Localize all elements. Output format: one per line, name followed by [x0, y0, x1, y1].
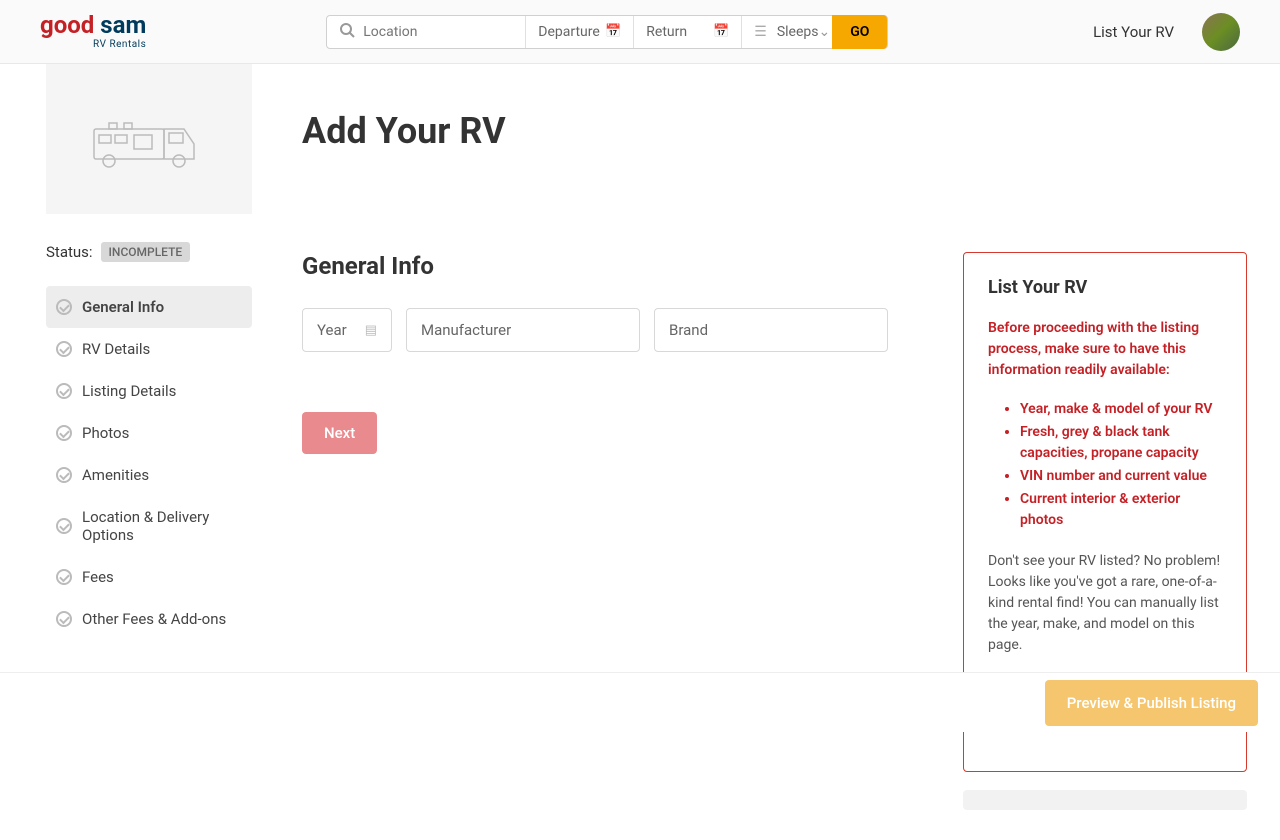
departure-label: Departure	[538, 24, 600, 40]
status-label: Status:	[46, 243, 93, 261]
nav-label: Fees	[82, 568, 114, 586]
info-list-item: VIN number and current value	[1020, 466, 1222, 487]
calendar-icon: 📅	[605, 24, 621, 39]
form-row: Year ▤ Manufacturer Brand	[302, 308, 888, 352]
location-segment[interactable]	[327, 16, 526, 48]
info-box-intro: Before proceeding with the listing proce…	[988, 318, 1222, 381]
search-icon	[339, 22, 355, 42]
logo-good: good	[40, 11, 94, 39]
info-list-item: Current interior & exterior photos	[1020, 489, 1222, 531]
status-row: Status: INCOMPLETE	[46, 242, 252, 262]
check-circle-icon	[56, 518, 72, 534]
nav-label: RV Details	[82, 340, 150, 358]
nav-location-delivery[interactable]: Location & Delivery Options	[46, 496, 252, 556]
go-button[interactable]: GO	[832, 15, 887, 49]
rv-preview-image	[46, 64, 252, 214]
info-list-item: Year, make & model of your RV	[1020, 399, 1222, 420]
rv-illustration-icon	[89, 109, 209, 169]
check-circle-icon	[56, 611, 72, 627]
page-title: Add Your RV	[302, 110, 1247, 152]
header: good sam RV Rentals Departure 📅 Return 📅…	[0, 0, 1280, 64]
section-title: General Info	[302, 252, 888, 280]
logo-sam: sam	[94, 11, 146, 39]
check-circle-icon	[56, 569, 72, 585]
check-circle-icon	[56, 383, 72, 399]
nav-amenities[interactable]: Amenities	[46, 454, 252, 496]
logo[interactable]: good sam RV Rentals	[40, 13, 146, 50]
preview-publish-button[interactable]: Preview & Publish Listing	[1045, 680, 1258, 726]
info-para-1: Don't see your RV listed? No problem! Lo…	[988, 551, 1222, 656]
check-circle-icon	[56, 425, 72, 441]
footer: Preview & Publish Listing	[0, 672, 1280, 732]
sleeps-segment[interactable]: ☰ Sleeps ⌄	[742, 16, 832, 48]
manufacturer-placeholder: Manufacturer	[421, 321, 511, 339]
brand-placeholder: Brand	[669, 321, 708, 339]
nav-other-fees[interactable]: Other Fees & Add-ons	[46, 598, 252, 640]
nav-list: General Info RV Details Listing Details …	[46, 286, 252, 640]
info-list: Year, make & model of your RV Fresh, gre…	[988, 399, 1222, 531]
nav-rv-details[interactable]: RV Details	[46, 328, 252, 370]
check-circle-icon	[56, 299, 72, 315]
secondary-box	[963, 790, 1247, 810]
nav-label: Other Fees & Add-ons	[82, 610, 226, 628]
chevron-down-icon: ⌄	[818, 24, 830, 40]
list-icon: ▤	[365, 323, 377, 338]
check-circle-icon	[56, 467, 72, 483]
nav-fees[interactable]: Fees	[46, 556, 252, 598]
logo-subtitle: RV Rentals	[40, 39, 146, 50]
list-rv-link[interactable]: List Your RV	[1093, 23, 1174, 41]
calendar-icon: 📅	[713, 24, 729, 39]
avatar[interactable]	[1202, 13, 1240, 51]
nav-label: Amenities	[82, 466, 149, 484]
location-input[interactable]	[363, 24, 513, 40]
info-list-item: Fresh, grey & black tank capacities, pro…	[1020, 422, 1222, 464]
check-circle-icon	[56, 341, 72, 357]
brand-field[interactable]: Brand	[654, 308, 888, 352]
nav-general-info[interactable]: General Info	[46, 286, 252, 328]
nav-listing-details[interactable]: Listing Details	[46, 370, 252, 412]
return-segment[interactable]: Return 📅	[634, 16, 742, 48]
nav-label: Listing Details	[82, 382, 176, 400]
status-badge: INCOMPLETE	[101, 242, 191, 262]
info-box-title: List Your RV	[988, 277, 1222, 298]
year-field[interactable]: Year ▤	[302, 308, 392, 352]
year-placeholder: Year	[317, 321, 347, 339]
sleeps-label: Sleeps	[777, 24, 819, 40]
manufacturer-field[interactable]: Manufacturer	[406, 308, 640, 352]
nav-label: General Info	[82, 298, 164, 316]
bed-icon: ☰	[754, 24, 767, 40]
nav-photos[interactable]: Photos	[46, 412, 252, 454]
search-bar: Departure 📅 Return 📅 ☰ Sleeps ⌄ GO	[326, 15, 888, 49]
nav-label: Location & Delivery Options	[82, 508, 242, 544]
next-button[interactable]: Next	[302, 412, 377, 454]
nav-label: Photos	[82, 424, 129, 442]
return-label: Return	[646, 24, 687, 40]
departure-segment[interactable]: Departure 📅	[526, 16, 634, 48]
